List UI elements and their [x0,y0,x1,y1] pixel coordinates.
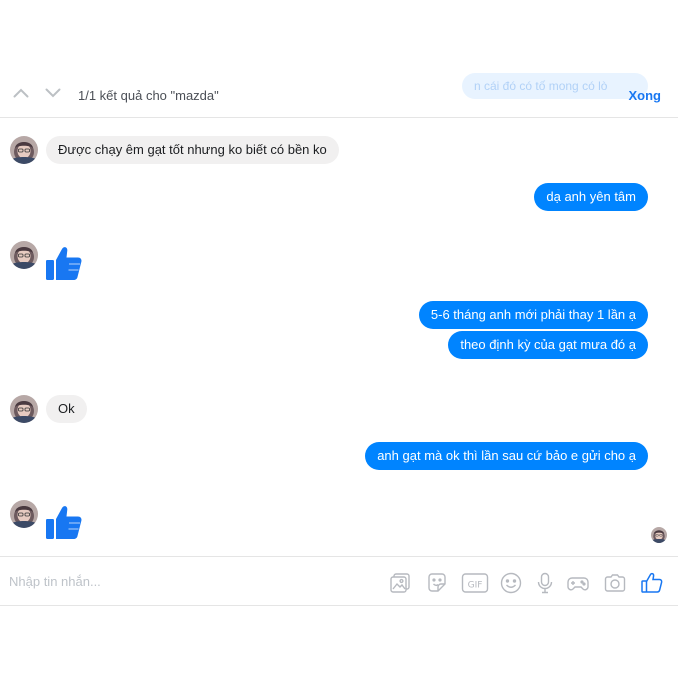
message-bubble-incoming[interactable]: Được chạy êm gạt tốt nhưng ko biết có bề… [46,136,339,164]
faded-message-bubble: n cái đó có tố mong có lò [462,73,648,99]
chevron-down-icon[interactable] [44,86,62,100]
message-input[interactable]: Nhập tin nhắn... [9,574,101,589]
emoji-icon[interactable] [499,571,523,595]
image-icon[interactable] [388,571,412,595]
message-bubble-incoming[interactable]: Ok [46,395,87,423]
camera-icon[interactable] [603,571,627,595]
game-controller-icon[interactable] [566,571,590,595]
thumbs-up-icon[interactable] [45,244,83,282]
gif-icon[interactable]: GIF [461,571,489,595]
done-button[interactable]: Xong [629,88,662,103]
sticker-icon[interactable] [425,571,449,595]
chevron-up-icon[interactable] [12,86,30,100]
thumbs-up-icon[interactable] [45,503,83,541]
message-bubble-outgoing[interactable]: theo định kỳ của gạt mưa đó ạ [448,331,648,359]
avatar[interactable] [10,395,38,423]
chat-window: 1/1 kết quả cho "mazda" n cái đó có tố m… [0,70,678,606]
avatar[interactable] [10,136,38,164]
avatar[interactable] [10,241,38,269]
message-bubble-outgoing[interactable]: dạ anh yên tâm [534,183,648,211]
svg-text:GIF: GIF [468,581,483,591]
like-icon[interactable] [640,571,664,595]
search-result-count: 1/1 kết quả cho "mazda" [78,88,219,103]
message-bubble-outgoing[interactable]: anh gạt mà ok thì lần sau cứ bảo e gửi c… [365,442,648,470]
message-composer: Nhập tin nhắn... GIF [0,556,678,606]
search-results-bar: 1/1 kết quả cho "mazda" n cái đó có tố m… [0,70,678,118]
message-bubble-outgoing[interactable]: 5-6 tháng anh mới phải thay 1 lần ạ [418,301,648,329]
microphone-icon[interactable] [533,571,557,595]
seen-avatar [651,527,667,543]
avatar[interactable] [10,500,38,528]
